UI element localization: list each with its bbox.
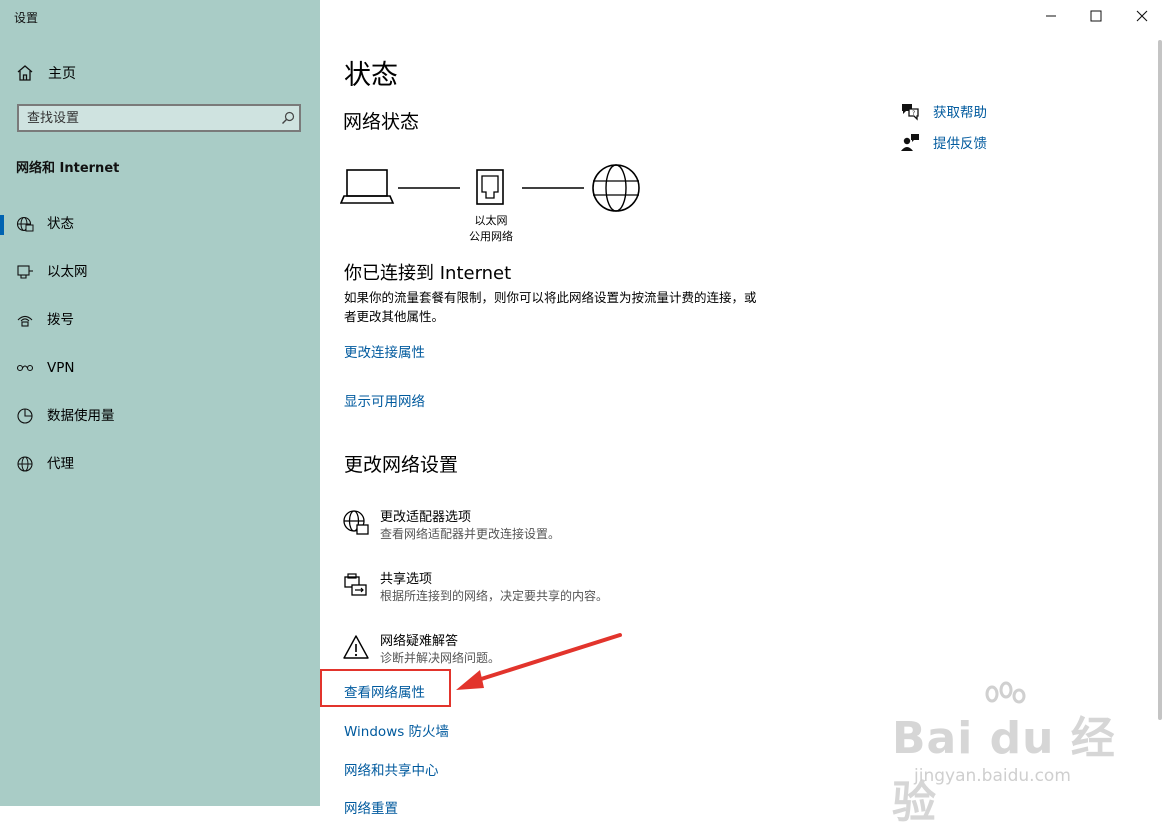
option-title: 网络疑难解答 <box>380 634 459 649</box>
option-title: 共享选项 <box>380 572 433 587</box>
option-title: 更改适配器选项 <box>380 510 472 525</box>
data-usage-icon <box>17 408 33 424</box>
change-adapter-options[interactable]: 更改适配器选项 查看网络适配器并更改连接设置。 <box>340 506 760 550</box>
sidebar-item-vpn[interactable]: VPN <box>0 348 320 388</box>
proxy-globe-icon <box>17 456 33 472</box>
help-chat-icon: ? <box>902 104 919 121</box>
sharing-options[interactable]: 共享选项 根据所连接到的网络，决定要共享的内容。 <box>340 568 760 612</box>
sidebar-item-status[interactable]: 状态 <box>0 204 320 244</box>
minimize-icon <box>1046 15 1056 17</box>
close-button[interactable] <box>1130 4 1154 28</box>
sidebar-item-label: 以太网 <box>47 264 88 280</box>
give-feedback-link[interactable]: 提供反馈 <box>900 130 987 154</box>
give-feedback-label: 提供反馈 <box>933 136 987 152</box>
get-help-label: 获取帮助 <box>933 105 987 121</box>
adapter-name-label: 以太网 <box>474 214 508 227</box>
adapter-globe-icon <box>343 510 369 535</box>
change-connection-properties-link[interactable]: 更改连接属性 <box>344 341 425 361</box>
change-network-settings-heading: 更改网络设置 <box>344 454 459 476</box>
sidebar-item-ethernet[interactable]: 以太网 <box>0 252 320 292</box>
status-globe-icon <box>16 216 34 232</box>
search-box[interactable] <box>17 104 301 132</box>
page-title: 状态 <box>344 60 398 91</box>
ethernet-port-icon <box>476 169 504 205</box>
app-title: 设置 <box>14 11 39 25</box>
sidebar-item-label: VPN <box>47 360 75 376</box>
minimize-button[interactable] <box>1039 4 1063 28</box>
sidebar-item-label: 代理 <box>47 456 74 472</box>
sidebar-item-dialup[interactable]: 拨号 <box>0 300 320 340</box>
warning-icon <box>343 635 369 659</box>
network-reset-link[interactable]: 网络重置 <box>344 797 398 817</box>
maximize-button[interactable] <box>1084 4 1108 28</box>
option-description: 根据所连接到的网络，决定要共享的内容。 <box>380 589 609 603</box>
get-help-link[interactable]: ? 获取帮助 <box>900 99 987 123</box>
internet-globe-icon <box>592 164 640 212</box>
annotation-highlight-box <box>320 669 451 707</box>
ethernet-icon <box>17 265 33 279</box>
connected-heading: 你已连接到 Internet <box>344 263 512 284</box>
sharing-icon <box>344 573 367 596</box>
scrollbar[interactable] <box>1158 40 1162 720</box>
sidebar-item-home[interactable]: 主页 <box>16 62 76 84</box>
watermark-url: jingyan.baidu.com <box>914 766 1071 786</box>
sidebar-item-proxy[interactable]: 代理 <box>0 444 320 484</box>
windows-firewall-link[interactable]: Windows 防火墙 <box>344 720 449 740</box>
option-description: 查看网络适配器并更改连接设置。 <box>380 527 561 541</box>
search-icon[interactable] <box>277 107 299 129</box>
network-diagram <box>340 164 640 212</box>
network-sharing-center-link[interactable]: 网络和共享中心 <box>344 759 439 779</box>
sidebar-section-title: 网络和 Internet <box>16 161 120 176</box>
search-input[interactable] <box>19 106 277 130</box>
svg-text:?: ? <box>912 110 915 117</box>
baidu-watermark: Bai du 经验 jingyan.baidu.com <box>890 680 1140 828</box>
annotation-arrow <box>456 633 622 690</box>
active-indicator <box>0 215 4 235</box>
home-label: 主页 <box>48 66 76 82</box>
home-icon <box>17 65 33 81</box>
sidebar-item-data-usage[interactable]: 数据使用量 <box>0 396 320 436</box>
sidebar: 设置 主页 网络和 Internet 状态 以太网 <box>0 0 320 806</box>
sidebar-item-label: 拨号 <box>47 312 74 328</box>
maximize-icon <box>1090 10 1102 22</box>
vpn-icon <box>16 364 34 372</box>
dialup-icon <box>17 315 33 327</box>
close-icon <box>1136 10 1148 22</box>
network-status-heading: 网络状态 <box>343 111 420 133</box>
feedback-person-icon <box>901 134 919 151</box>
show-available-networks-link[interactable]: 显示可用网络 <box>344 390 425 410</box>
sidebar-item-label: 数据使用量 <box>47 408 115 424</box>
network-type-label: 公用网络 <box>469 230 513 243</box>
sidebar-item-label: 状态 <box>47 216 74 232</box>
laptop-icon <box>340 169 395 204</box>
connected-description: 如果你的流量套餐有限制，则你可以将此网络设置为按流量计费的连接，或者更改其他属性… <box>344 290 757 324</box>
